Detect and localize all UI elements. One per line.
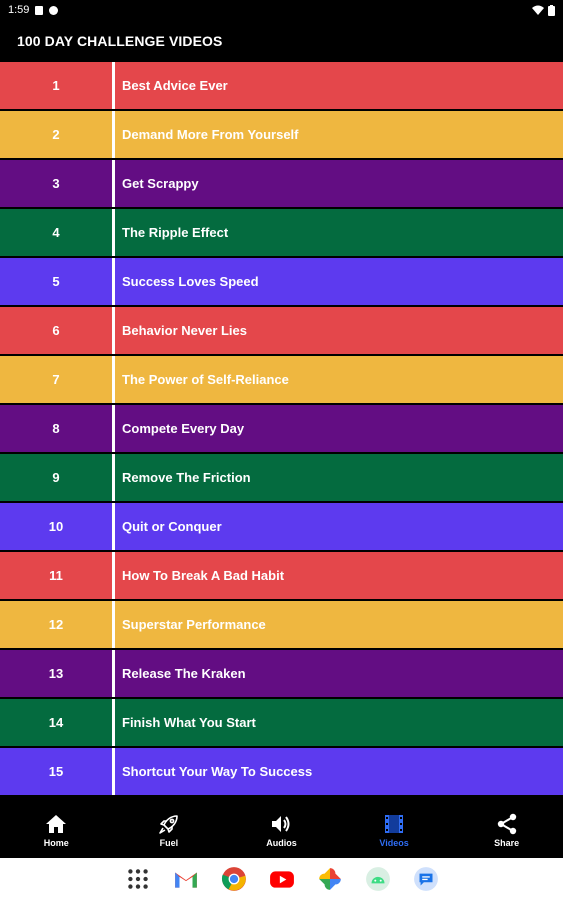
video-row[interactable]: 12 Superstar Performance — [0, 601, 563, 648]
youtube-icon[interactable] — [268, 865, 296, 893]
notification-icon — [49, 5, 59, 15]
video-number: 2 — [52, 127, 60, 142]
video-row[interactable]: 4 The Ripple Effect — [0, 209, 563, 256]
video-number: 5 — [52, 274, 60, 289]
video-icon — [385, 815, 404, 833]
video-row[interactable]: 2 Demand More From Yourself — [0, 111, 563, 158]
video-title: Quit or Conquer — [122, 519, 222, 534]
bottom-nav: Home Fuel Audios Videos Share — [0, 802, 563, 858]
nav-audios[interactable]: Audios — [225, 802, 338, 858]
status-time: 1:59 — [8, 4, 30, 16]
wifi-icon — [532, 5, 544, 15]
video-number: 10 — [48, 519, 64, 534]
volume-icon — [272, 816, 290, 832]
video-number: 8 — [52, 421, 60, 436]
page-title: 100 DAY CHALLENGE VIDEOS — [17, 33, 223, 49]
nav-label: Audios — [266, 838, 297, 848]
video-row[interactable]: 1 Best Advice Ever — [0, 62, 563, 109]
nav-label: Fuel — [159, 838, 179, 848]
video-number: 3 — [52, 176, 60, 191]
video-title: Demand More From Yourself — [122, 127, 299, 142]
video-title: Release The Kraken — [122, 666, 246, 681]
video-title: The Ripple Effect — [122, 225, 229, 240]
video-row[interactable]: 13 Release The Kraken — [0, 650, 563, 697]
home-icon — [46, 815, 67, 833]
nav-label: Share — [494, 838, 520, 848]
video-title: Finish What You Start — [122, 715, 256, 730]
video-title: Best Advice Ever — [122, 78, 228, 93]
video-title: Superstar Performance — [122, 617, 266, 632]
messages-icon[interactable] — [412, 865, 440, 893]
video-number: 13 — [48, 666, 64, 681]
video-number: 1 — [52, 78, 60, 93]
share-icon — [497, 813, 516, 835]
chrome-icon[interactable] — [220, 865, 248, 893]
app-bar: 100 DAY CHALLENGE VIDEOS — [0, 20, 563, 62]
video-title: Success Loves Speed — [122, 274, 259, 289]
video-row[interactable]: 10 Quit or Conquer — [0, 503, 563, 550]
video-title: Compete Every Day — [122, 421, 245, 436]
taskbar — [0, 858, 563, 900]
gmail-icon[interactable] — [172, 865, 200, 893]
nav-home[interactable]: Home — [0, 802, 113, 858]
video-title: Get Scrappy — [122, 176, 199, 191]
video-row[interactable]: 6 Behavior Never Lies — [0, 307, 563, 354]
video-number: 15 — [48, 764, 64, 779]
nav-videos[interactable]: Videos — [338, 802, 451, 858]
video-title: Shortcut Your Way To Success — [122, 764, 313, 779]
video-row[interactable]: 3 Get Scrappy — [0, 160, 563, 207]
video-title: Behavior Never Lies — [122, 323, 248, 338]
video-title: The Power of Self-Reliance — [122, 372, 289, 387]
video-number: 14 — [48, 715, 64, 730]
video-row[interactable]: 14 Finish What You Start — [0, 699, 563, 746]
status-bar: 1:59 — [0, 0, 563, 20]
video-list[interactable]: 1 Best Advice Ever 2 Demand More From Yours… — [0, 62, 563, 802]
video-row[interactable]: 7 The Power of Self-Reliance — [0, 356, 563, 403]
android-icon[interactable] — [364, 865, 392, 893]
nav-label: Videos — [379, 838, 409, 848]
video-row[interactable]: 9 Remove The Friction — [0, 454, 563, 501]
video-row[interactable]: 5 Success Loves Speed — [0, 258, 563, 305]
video-title: Remove The Friction — [122, 470, 251, 485]
video-number: 12 — [48, 617, 64, 632]
video-number: 11 — [49, 568, 63, 583]
video-title: How To Break A Bad Habit — [122, 568, 285, 583]
video-row[interactable]: 8 Compete Every Day — [0, 405, 563, 452]
video-number: 6 — [52, 323, 60, 338]
notification-icon — [35, 5, 44, 15]
nav-share[interactable]: Share — [450, 802, 563, 858]
video-number: 4 — [52, 225, 60, 240]
video-row[interactable]: 11 How To Break A Bad Habit — [0, 552, 563, 599]
video-number: 9 — [52, 470, 60, 485]
nav-fuel[interactable]: Fuel — [113, 802, 226, 858]
apps-grid-icon[interactable] — [124, 865, 152, 893]
battery-icon — [548, 4, 555, 16]
nav-label: Home — [43, 838, 69, 848]
video-row[interactable]: 15 Shortcut Your Way To Success — [0, 748, 563, 795]
video-number: 7 — [52, 372, 60, 387]
photos-icon[interactable] — [316, 865, 344, 893]
rocket-icon — [159, 815, 178, 834]
